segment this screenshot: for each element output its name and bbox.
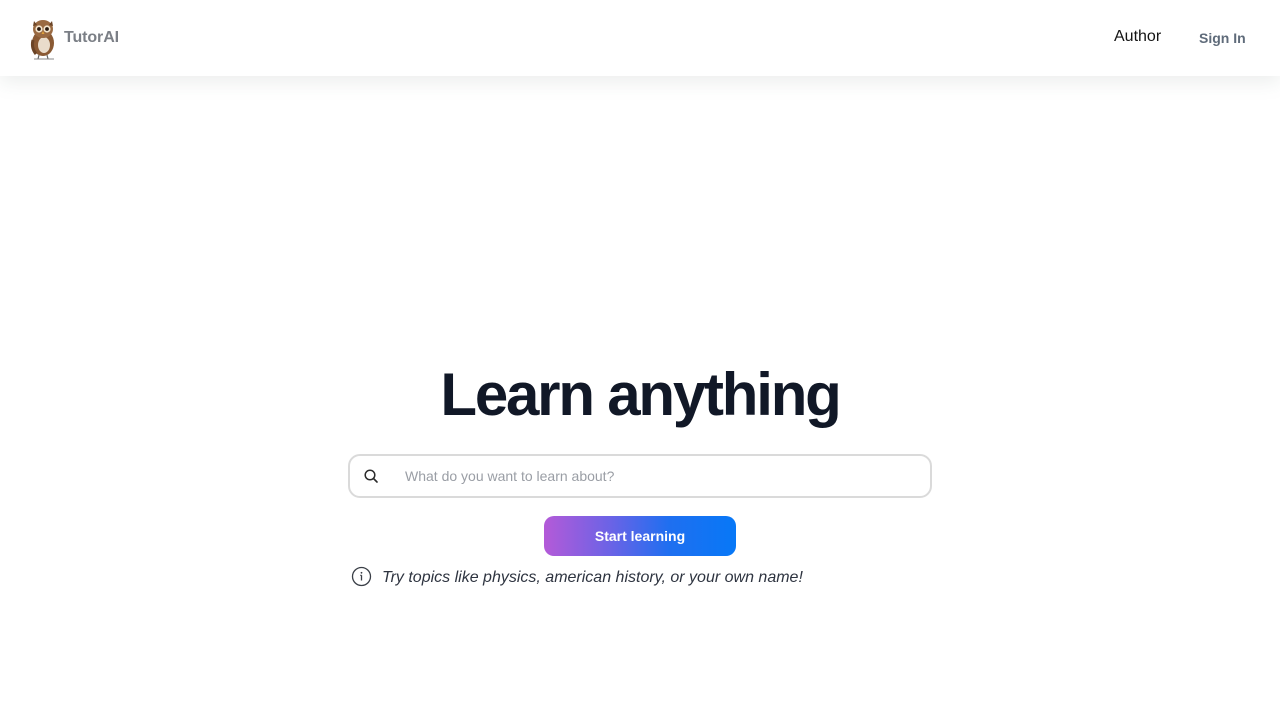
page-title: Learn anything — [440, 361, 841, 428]
brand-logo-link[interactable]: TutorAI — [28, 16, 119, 60]
owl-logo-icon — [30, 20, 54, 60]
search-field[interactable] — [348, 454, 932, 498]
info-icon — [351, 566, 372, 587]
topic-hint: Try topics like physics, american histor… — [351, 566, 803, 587]
hint-text: Try topics like physics, american histor… — [382, 569, 803, 586]
sign-in-link[interactable]: Sign In — [1199, 30, 1246, 46]
brand-name: TutorAI — [64, 29, 119, 46]
search-input[interactable] — [405, 456, 915, 496]
search-icon — [364, 469, 378, 483]
start-learning-button[interactable]: Start learning — [544, 516, 736, 556]
top-navbar: TutorAI Author Sign In — [0, 0, 1280, 76]
nav-link-author[interactable]: Author — [1114, 28, 1161, 46]
